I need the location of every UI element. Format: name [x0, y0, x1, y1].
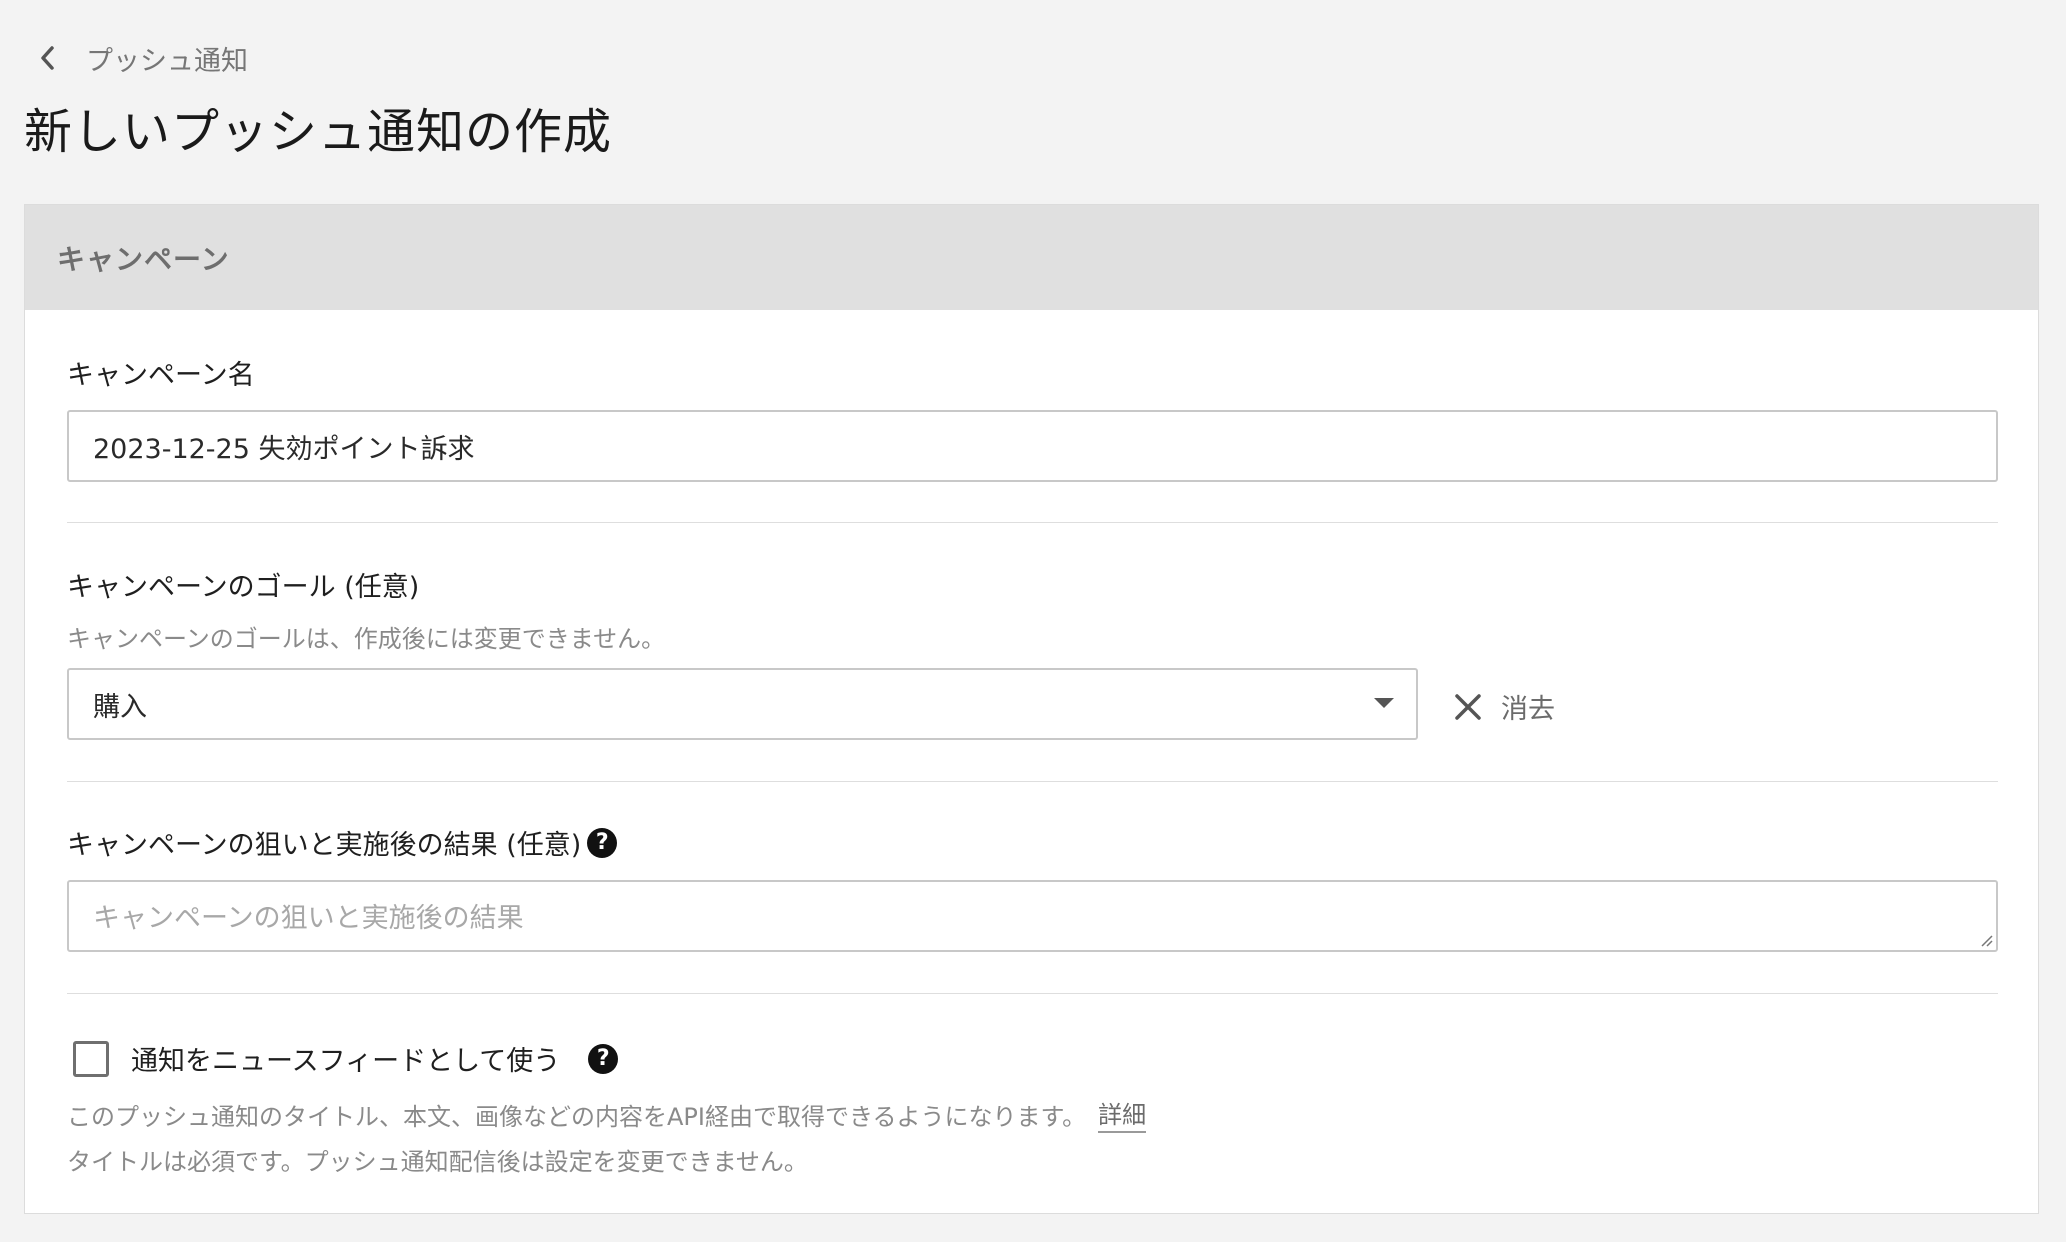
newsfeed-note-text: このプッシュ通知のタイトル、本文、画像などの内容をAPI経由で取得できるようにな… [67, 1102, 1087, 1131]
newsfeed-option: 通知をニュースフィードとして使う ? [73, 1039, 619, 1078]
close-icon [1451, 690, 1485, 724]
resize-grip-icon[interactable] [1978, 932, 1994, 948]
chevron-left-icon[interactable] [34, 43, 60, 73]
newsfeed-note-2: タイトルは必須です。プッシュ通知配信後は設定を変更できません。 [67, 1142, 808, 1177]
campaign-goal-help: キャンペーンのゴールは、作成後には変更できません。 [67, 625, 666, 653]
page-title: 新しいプッシュ通知の作成 [24, 104, 613, 160]
divider [67, 522, 1998, 523]
question-circle-icon[interactable]: ? [587, 827, 618, 858]
campaign-aim-label-row: キャンペーンの狙いと実施後の結果 (任意) ? [67, 823, 1998, 862]
campaign-goal-select[interactable]: 購入 [67, 668, 1418, 740]
campaign-goal-selected: 購入 [93, 691, 147, 723]
divider [67, 993, 1998, 994]
breadcrumb[interactable]: プッシュ通知 [34, 36, 248, 80]
campaign-name-label: キャンペーン名 [67, 360, 255, 391]
campaign-name-field: キャンペーン名 [67, 353, 1998, 392]
newsfeed-checkbox[interactable] [73, 1040, 109, 1077]
campaign-aim-placeholder: キャンペーンの狙いと実施後の結果 [93, 903, 524, 934]
campaign-name-input-wrap: 2023-12-25 失効ポイント訴求 [67, 410, 1998, 482]
card-header: キャンペーン [25, 205, 2038, 310]
campaign-aim-label: キャンペーンの狙いと実施後の結果 (任意) [67, 830, 582, 861]
clear-goal-button[interactable]: 消去 [1451, 687, 1555, 726]
newsfeed-checkbox-label[interactable]: 通知をニュースフィードとして使う [131, 1039, 560, 1078]
campaign-aim-field: キャンペーンの狙いと実施後の結果 (任意) ? [67, 823, 1998, 862]
clear-goal-label: 消去 [1501, 694, 1555, 725]
campaign-goal-help-wrap: キャンペーンのゴールは、作成後には変更できません。 [67, 619, 1998, 654]
campaign-goal-label: キャンペーンのゴール (任意) [67, 572, 420, 603]
card-header-title: キャンペーン [57, 242, 230, 276]
divider [67, 781, 1998, 782]
campaign-goal-field: キャンペーンのゴール (任意) [67, 565, 1998, 604]
campaign-card: キャンペーン キャンペーン名 2023-12-25 失効ポイント訴求 キャンペー… [24, 204, 2039, 1214]
campaign-aim-textarea[interactable]: キャンペーンの狙いと実施後の結果 [67, 880, 1998, 952]
campaign-name-input[interactable]: 2023-12-25 失効ポイント訴求 [67, 410, 1998, 482]
caret-down-icon [1374, 698, 1394, 708]
newsfeed-note-1: このプッシュ通知のタイトル、本文、画像などの内容をAPI経由で取得できるようにな… [67, 1095, 1147, 1133]
detail-link[interactable]: 詳細 [1098, 1095, 1147, 1133]
breadcrumb-link[interactable]: プッシュ通知 [86, 39, 248, 78]
newsfeed-note-2-text: タイトルは必須です。プッシュ通知配信後は設定を変更できません。 [67, 1148, 808, 1176]
question-circle-icon[interactable]: ? [588, 1043, 619, 1074]
